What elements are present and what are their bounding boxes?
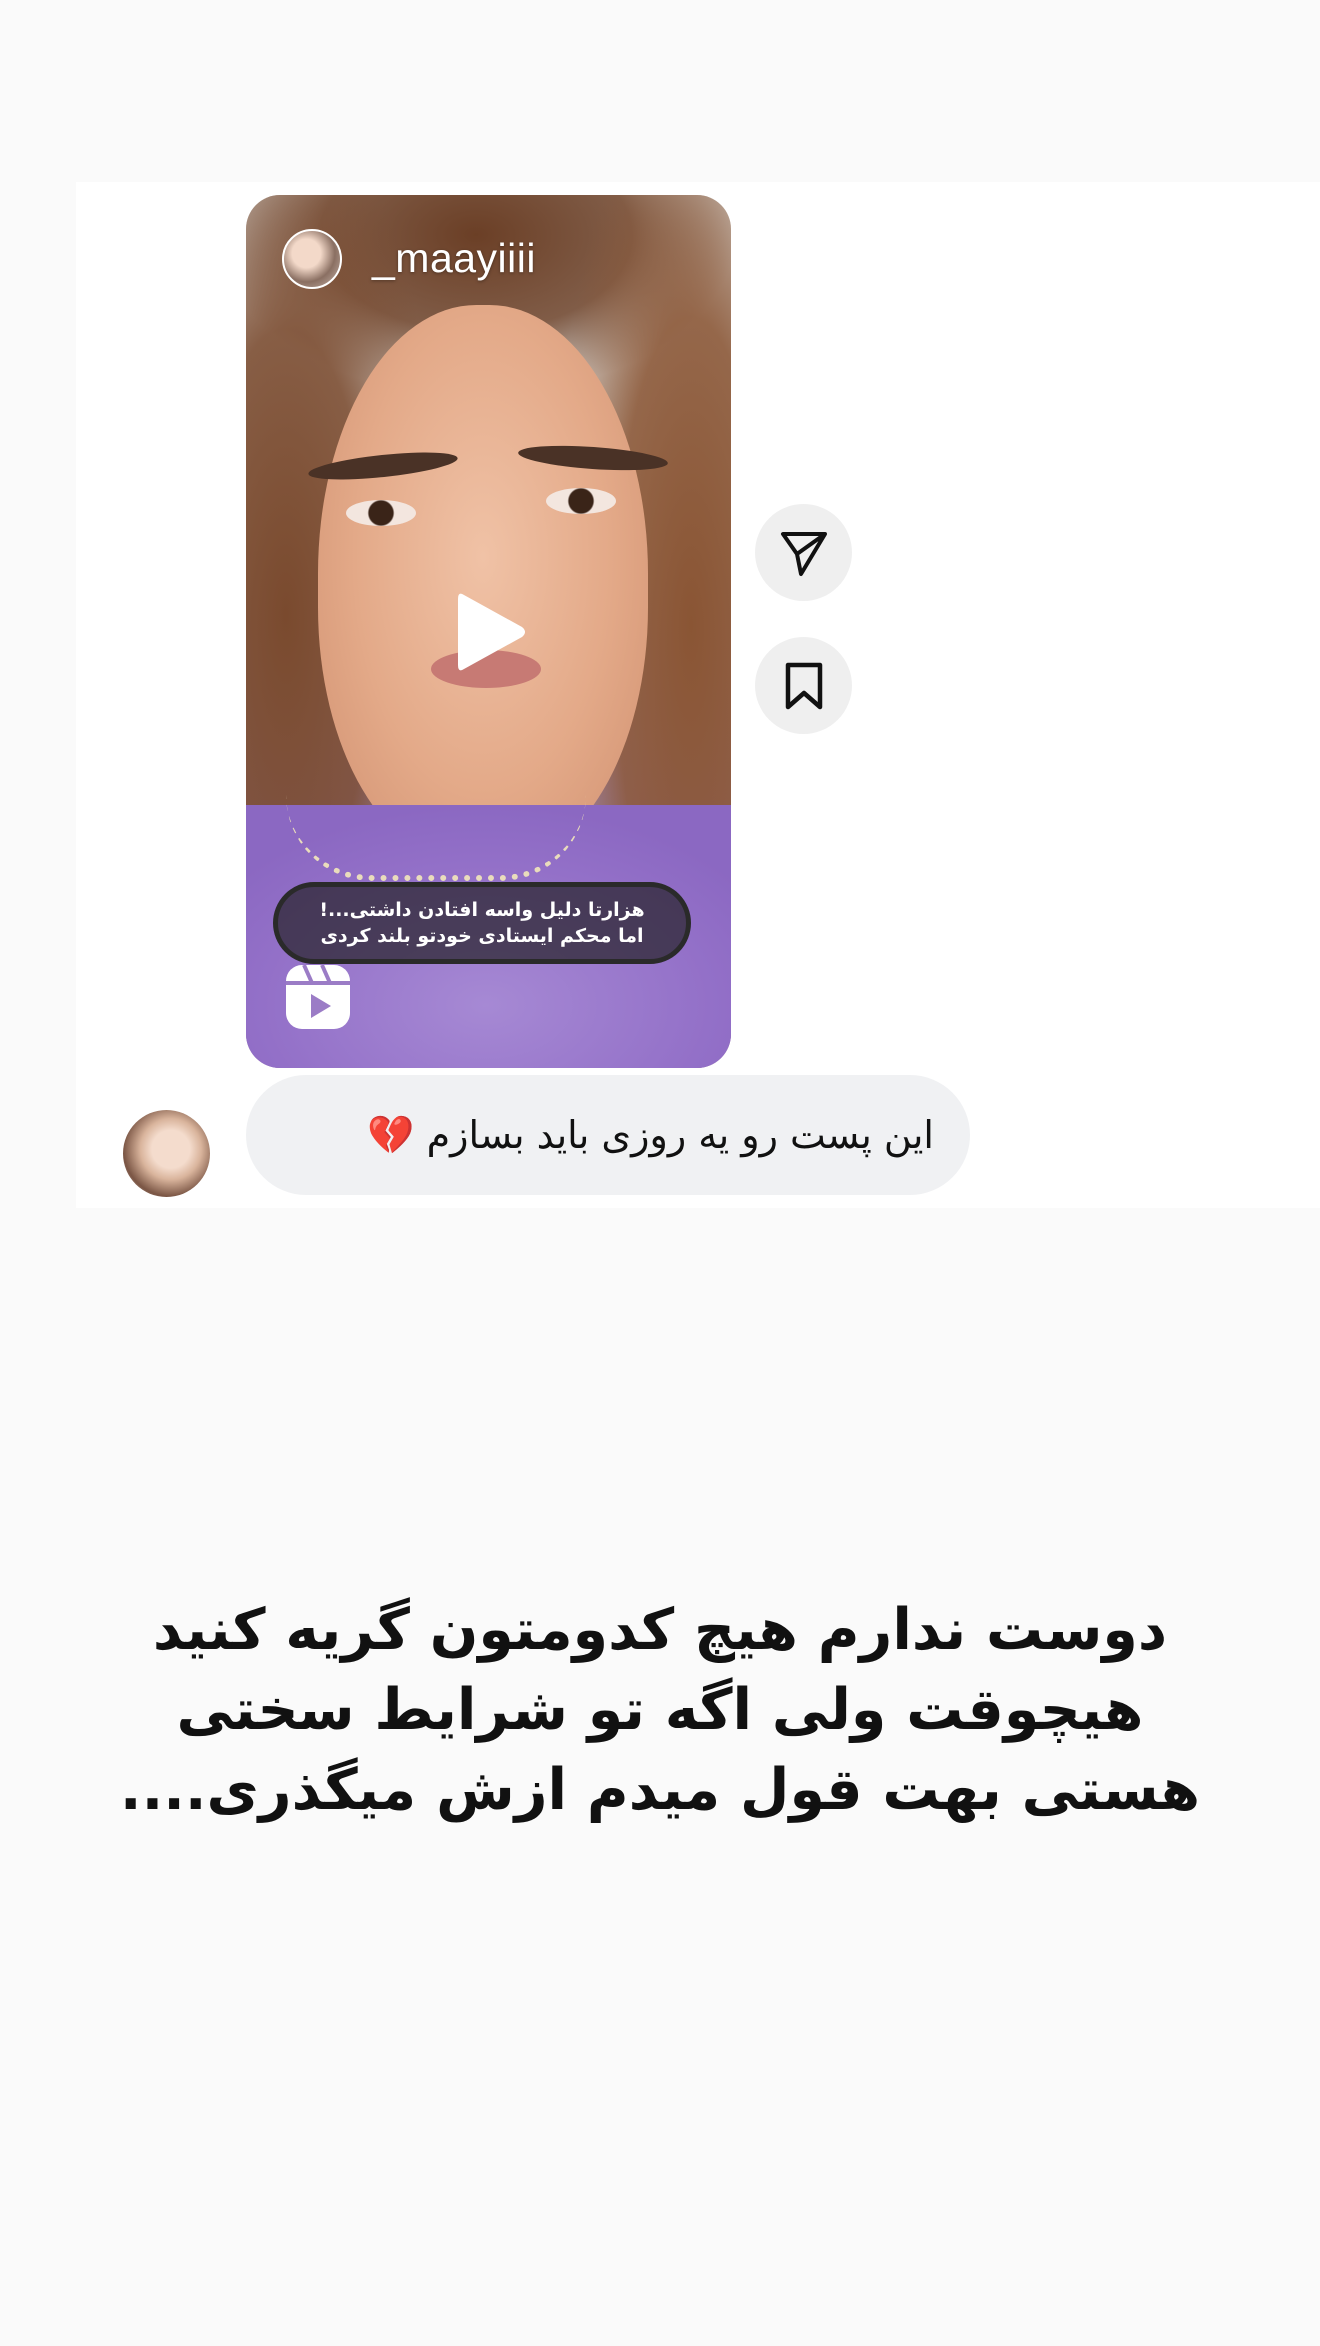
post-caption-text: دوست ندارم هیچ کدومتون گریه کنید هیچوقت …: [90, 1590, 1230, 1830]
reel-thumbnail-necklace: [286, 795, 586, 881]
shared-reel-card[interactable]: _maayiiii هزارتا دلیل واسه افتادن داشتی.…: [246, 195, 731, 1068]
post-caption-line: هستی بهت قول میدم ازش میگذری....: [119, 1757, 1201, 1823]
reel-thumbnail-eye: [546, 488, 616, 514]
reel-caption-sticker: هزارتا دلیل واسه افتادن داشتی...! اما مح…: [273, 882, 691, 964]
share-button[interactable]: [755, 504, 852, 601]
play-icon[interactable]: [450, 587, 530, 677]
save-button[interactable]: [755, 637, 852, 734]
message-bubble[interactable]: این پست رو یه روزی باید بسازم 💔: [246, 1075, 970, 1195]
reel-thumbnail-eye: [346, 500, 416, 526]
reel-caption-line: هزارتا دلیل واسه افتادن داشتی...!: [319, 899, 645, 921]
post-caption-line: هیچوقت ولی اگه تو شرایط سختی: [176, 1677, 1144, 1743]
paper-plane-icon: [780, 531, 827, 576]
message-text: این پست رو یه روزی باید بسازم 💔: [367, 1112, 934, 1157]
reel-author-avatar[interactable]: [282, 229, 342, 289]
reels-icon: [286, 964, 350, 1029]
bookmark-icon: [785, 662, 822, 709]
reel-caption-line: اما محکم ایستادی خودتو بلند کردی: [320, 925, 644, 947]
post-caption-line: دوست ندارم هیچ کدومتون گریه کنید: [152, 1597, 1168, 1663]
reel-author-username[interactable]: _maayiiii: [372, 235, 536, 282]
reel-thumbnail-face: [318, 305, 648, 865]
sender-avatar[interactable]: [123, 1110, 210, 1197]
